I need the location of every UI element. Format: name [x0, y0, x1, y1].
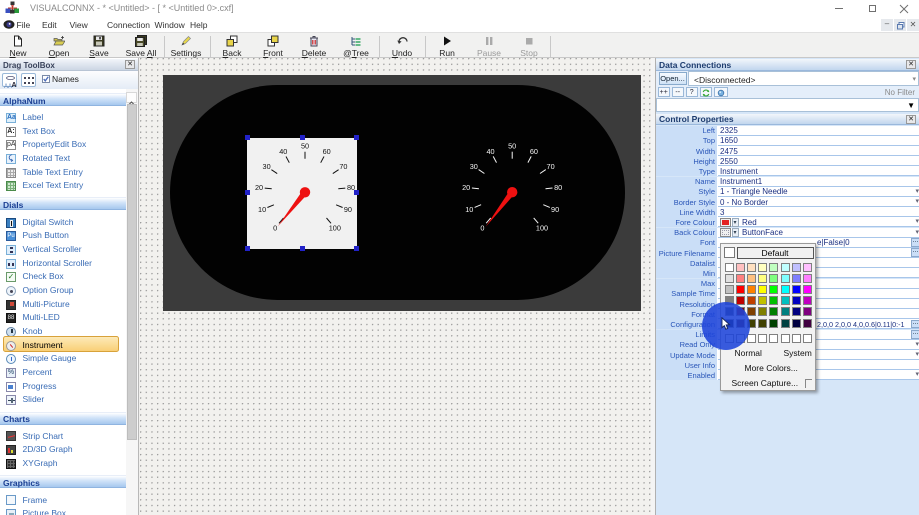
- svg-text:10: 10: [465, 205, 473, 214]
- svg-text:0: 0: [273, 223, 277, 232]
- svg-text:60: 60: [323, 147, 331, 156]
- svg-text:50: 50: [508, 142, 516, 151]
- svg-text:100: 100: [536, 223, 548, 232]
- svg-text:0: 0: [480, 223, 484, 232]
- svg-text:10: 10: [258, 205, 266, 214]
- svg-text:30: 30: [263, 162, 271, 171]
- svg-text:70: 70: [547, 162, 555, 171]
- svg-text:90: 90: [344, 205, 352, 214]
- svg-text:70: 70: [339, 162, 347, 171]
- svg-text:50: 50: [301, 142, 309, 151]
- svg-text:60: 60: [530, 147, 538, 156]
- svg-text:20: 20: [255, 183, 263, 192]
- svg-text:80: 80: [554, 183, 562, 192]
- svg-text:90: 90: [551, 205, 559, 214]
- svg-text:20: 20: [462, 183, 470, 192]
- svg-text:100: 100: [329, 223, 341, 232]
- svg-text:40: 40: [279, 147, 287, 156]
- svg-text:40: 40: [486, 147, 494, 156]
- svg-text:30: 30: [470, 162, 478, 171]
